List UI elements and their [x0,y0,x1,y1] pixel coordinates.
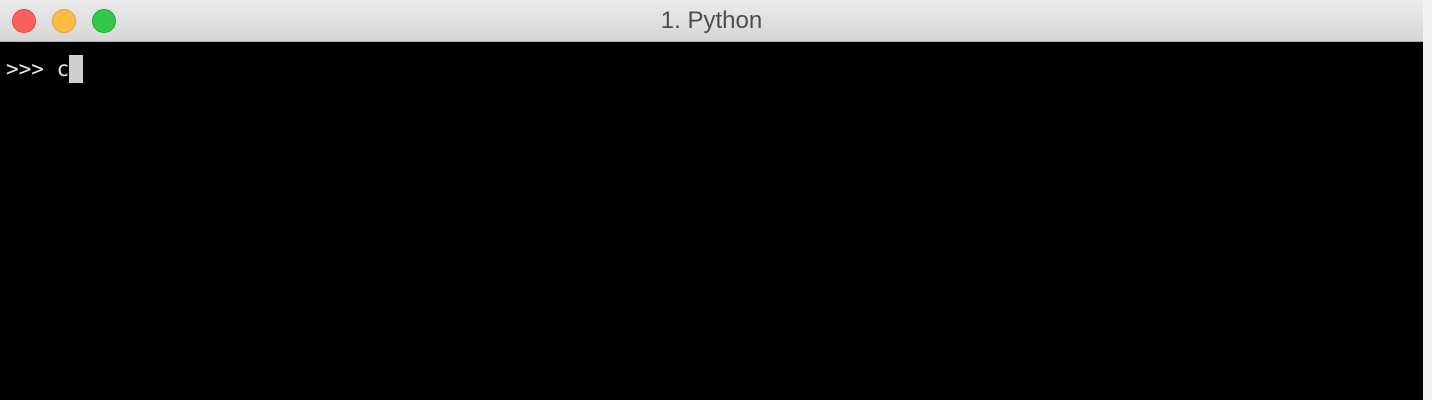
terminal-area[interactable]: >>> c [0,43,1423,400]
text-cursor [69,55,84,83]
window-title: 1. Python [660,7,763,34]
terminal-window: 1. Python >>> c [0,0,1423,400]
title-bar[interactable]: 1. Python [0,0,1423,42]
prompt-line: >>> c [6,55,84,83]
typed-input: c [56,57,70,81]
window-edge [1423,0,1432,400]
prompt: >>> [6,57,57,81]
